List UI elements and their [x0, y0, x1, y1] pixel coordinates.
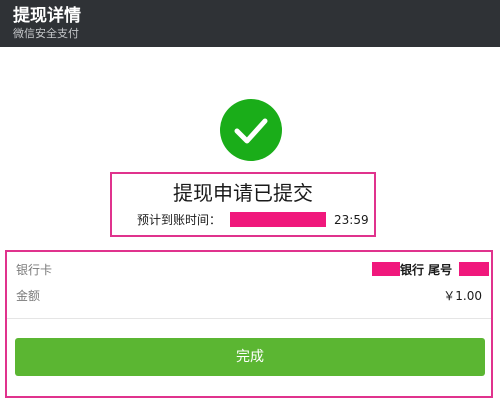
redaction-block-eta-date — [230, 212, 326, 227]
divider — [7, 318, 491, 319]
check-circle-icon — [220, 99, 282, 161]
page-subtitle: 微信安全支付 — [13, 27, 79, 40]
bank-card-label: 银行卡 — [16, 263, 53, 277]
status-highlight-box: 提现申请已提交 预计到账时间： 23:59 — [110, 172, 376, 237]
details-highlight-box: 银行卡 银行 尾号 金额 ￥1.00 完成 — [5, 250, 493, 398]
eta-time: 23:59 — [334, 213, 369, 227]
bank-card-value: 银行 尾号 — [400, 263, 453, 277]
amount-value: ￥1.00 — [443, 289, 482, 303]
status-title: 提现申请已提交 — [173, 181, 313, 205]
amount-label: 金额 — [16, 289, 41, 303]
checkmark-icon — [234, 118, 268, 144]
title-bar: 提现详情 微信安全支付 — [0, 0, 500, 47]
amount-row: 金额 ￥1.00 — [7, 285, 491, 307]
page-title: 提现详情 — [13, 6, 81, 26]
redaction-block-bank-name — [372, 262, 400, 276]
done-button[interactable]: 完成 — [15, 338, 485, 376]
eta-label: 预计到账时间： — [137, 213, 222, 227]
redaction-block-card-tail — [459, 262, 489, 276]
